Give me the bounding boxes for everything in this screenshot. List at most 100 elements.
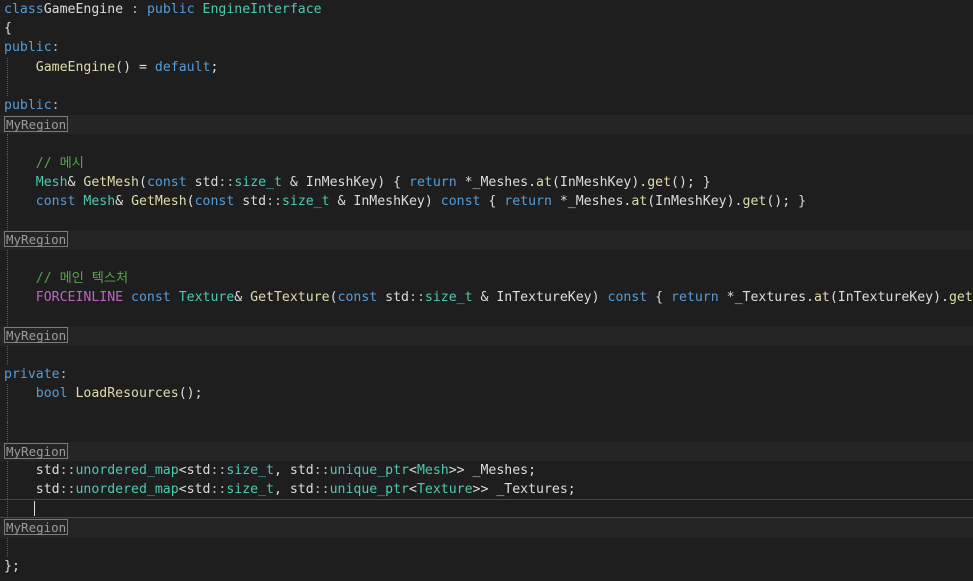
code-token: (InMeshKey). (551, 174, 648, 190)
code-text: FORCEINLINE const Texture& GetTexture(co… (4, 288, 973, 307)
code-text: GameEngine() = default; (4, 58, 219, 77)
code-token: & (115, 194, 132, 209)
code-line[interactable]: GameEngine() = default; (0, 57, 973, 77)
collapsed-region-label[interactable]: MyRegion (4, 231, 69, 248)
code-token: Mesh (75, 194, 116, 209)
code-token: :: (313, 462, 330, 478)
code-token: get (948, 290, 973, 305)
code-token: : (123, 2, 147, 17)
code-line[interactable]: Mesh& GetMesh(const std::size_t & InMesh… (0, 172, 973, 192)
code-text: bool LoadResources(); (4, 384, 203, 403)
code-token: std (4, 482, 60, 497)
code-line[interactable]: private: (0, 365, 973, 384)
code-token: < (408, 482, 417, 497)
code-token: *_Textures. (718, 290, 814, 305)
code-line[interactable]: const Mesh& GetMesh(const std::size_t & … (0, 192, 973, 212)
code-line[interactable]: bool LoadResources(); (0, 384, 973, 404)
code-token: unique_ptr (329, 462, 409, 478)
code-token: return (671, 290, 719, 305)
code-token: GameEngine (43, 2, 124, 17)
code-token: { (4, 21, 12, 37)
code-token: (InMeshKey). (647, 194, 743, 209)
collapsed-region-label[interactable]: MyRegion (4, 327, 69, 344)
code-token: const (440, 194, 481, 209)
code-token: }; (4, 558, 20, 574)
region-line[interactable]: MyRegion (0, 326, 973, 346)
code-token: & InTextureKey) (472, 290, 608, 305)
region-line[interactable]: MyRegion (0, 230, 973, 250)
indent-guide (7, 211, 8, 231)
code-token: Mesh (416, 462, 449, 478)
code-token: size_t (424, 290, 473, 305)
code-line[interactable]: std::unordered_map<std::size_t, std::uni… (0, 480, 973, 500)
code-token: size_t (226, 462, 274, 478)
code-line[interactable] (0, 499, 973, 519)
code-token: :: (59, 462, 76, 478)
code-token: at (813, 290, 830, 305)
collapsed-region-label[interactable]: MyRegion (4, 519, 69, 536)
code-token: (); (178, 386, 203, 401)
code-text: // 메시 (4, 154, 84, 173)
code-line[interactable]: public: (0, 38, 973, 57)
collapsed-region-label[interactable]: MyRegion (4, 442, 69, 459)
code-token: & InMeshKey) { (281, 174, 409, 190)
code-line[interactable] (0, 211, 973, 231)
code-token: ( (329, 290, 338, 305)
code-token: std (234, 194, 267, 209)
code-line[interactable]: { (0, 19, 973, 38)
code-line[interactable]: classGameEngine : public EngineInterface (0, 0, 973, 19)
code-text: }; (4, 557, 20, 576)
code-token: (); } (766, 194, 807, 209)
code-line[interactable]: public: (0, 96, 973, 115)
code-token: std (4, 462, 60, 478)
region-line[interactable]: MyRegion (0, 518, 973, 538)
collapsed-region-label[interactable]: MyRegion (4, 116, 69, 133)
code-token: : (51, 98, 60, 113)
code-token: : (59, 366, 68, 382)
code-line[interactable] (0, 422, 973, 442)
code-token: public (4, 98, 52, 113)
code-token: const (35, 194, 76, 209)
indent-guide (7, 134, 8, 154)
code-token: *_Meshes. (551, 194, 632, 209)
code-line[interactable] (0, 76, 973, 96)
code-token: default (154, 59, 211, 75)
indent-guide (7, 499, 8, 519)
indent-guide (7, 422, 8, 442)
code-token: ( (186, 194, 195, 209)
code-token: { (480, 194, 505, 209)
code-token: const (607, 290, 648, 305)
region-line[interactable]: MyRegion (0, 441, 973, 461)
code-token: *_Meshes. (456, 174, 537, 190)
code-text: public: (4, 96, 60, 115)
code-token: class (4, 2, 44, 17)
code-line[interactable] (0, 307, 973, 327)
code-line[interactable] (0, 537, 973, 557)
code-token: GetMesh (83, 174, 139, 190)
code-line[interactable]: FORCEINLINE const Texture& GetTexture(co… (0, 288, 973, 308)
code-token: Mesh (35, 174, 68, 190)
region-line[interactable]: MyRegion (0, 115, 973, 135)
code-token: const (123, 290, 171, 305)
code-token: :: (210, 482, 227, 497)
code-token: GetMesh (131, 194, 187, 209)
code-token: std (186, 174, 219, 190)
code-editor[interactable]: classGameEngine : public EngineInterface… (0, 0, 973, 581)
indent-guide (7, 345, 8, 365)
code-line[interactable] (0, 403, 973, 423)
code-line[interactable]: // 메인 텍스처 (0, 268, 973, 288)
code-token: :: (218, 174, 235, 190)
code-line[interactable]: }; (0, 557, 973, 576)
code-token: EngineInterface (194, 2, 322, 17)
code-line[interactable]: std::unordered_map<std::size_t, std::uni… (0, 460, 973, 480)
code-text: private: (4, 365, 68, 384)
code-line[interactable] (0, 134, 973, 154)
code-line[interactable] (0, 249, 973, 269)
code-line[interactable] (0, 345, 973, 365)
code-text: std::unordered_map<std::size_t, std::uni… (4, 461, 536, 480)
code-line[interactable]: // 메시 (0, 153, 973, 173)
code-token: & (67, 174, 84, 190)
